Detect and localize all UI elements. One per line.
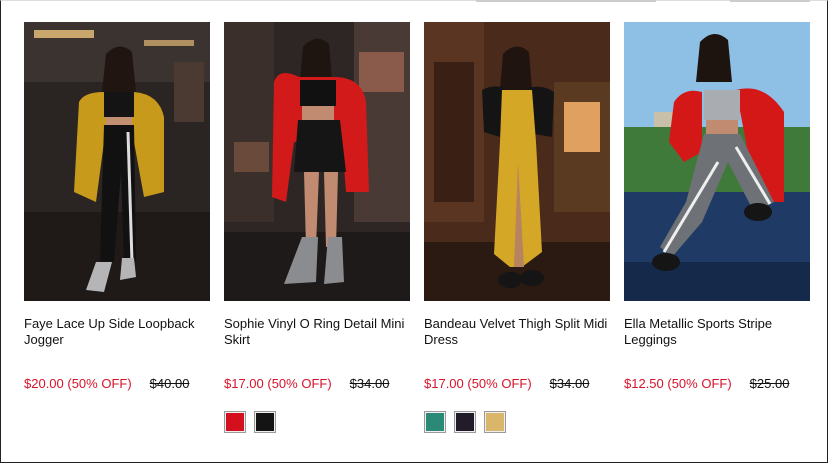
product-card[interactable]: Bandeau Velvet Thigh Split Midi Dress $1…: [424, 22, 610, 433]
sale-price: $17.00 (50% OFF): [424, 376, 532, 391]
original-price: $25.00: [749, 376, 790, 391]
original-price: $34.00: [549, 376, 590, 391]
product-name[interactable]: Sophie Vinyl O Ring Detail Mini Skirt: [224, 316, 414, 348]
product-name[interactable]: Ella Metallic Sports Stripe Leggings: [624, 316, 814, 348]
sale-price: $12.50 (50% OFF): [624, 376, 732, 391]
product-image[interactable]: [224, 22, 410, 301]
sale-price: $17.00 (50% OFF): [224, 376, 332, 391]
top-divider: [476, 0, 656, 2]
product-price: $20.00 (50% OFF) $40.00: [24, 376, 214, 392]
product-image[interactable]: [424, 22, 610, 301]
product-name[interactable]: Bandeau Velvet Thigh Split Midi Dress: [424, 316, 614, 348]
product-image[interactable]: [24, 22, 210, 301]
swatch-teal[interactable]: [424, 411, 446, 433]
product-image[interactable]: [624, 22, 810, 301]
product-card[interactable]: Sophie Vinyl O Ring Detail Mini Skirt $1…: [224, 22, 410, 433]
color-swatches: [224, 411, 276, 433]
swatch-red[interactable]: [224, 411, 246, 433]
color-swatches: [424, 411, 506, 433]
product-card[interactable]: Faye Lace Up Side Loopback Jogger $20.00…: [24, 22, 210, 391]
original-price: $34.00: [349, 376, 390, 391]
swatch-black[interactable]: [254, 411, 276, 433]
product-price: $12.50 (50% OFF) $25.00: [624, 376, 814, 392]
product-name[interactable]: Faye Lace Up Side Loopback Jogger: [24, 316, 214, 348]
top-divider: [730, 0, 810, 2]
product-price: $17.00 (50% OFF) $34.00: [424, 376, 614, 392]
product-price: $17.00 (50% OFF) $34.00: [224, 376, 414, 392]
swatch-gold[interactable]: [484, 411, 506, 433]
swatch-black[interactable]: [454, 411, 476, 433]
original-price: $40.00: [149, 376, 190, 391]
product-card[interactable]: Ella Metallic Sports Stripe Leggings $12…: [624, 22, 810, 391]
sale-price: $20.00 (50% OFF): [24, 376, 132, 391]
